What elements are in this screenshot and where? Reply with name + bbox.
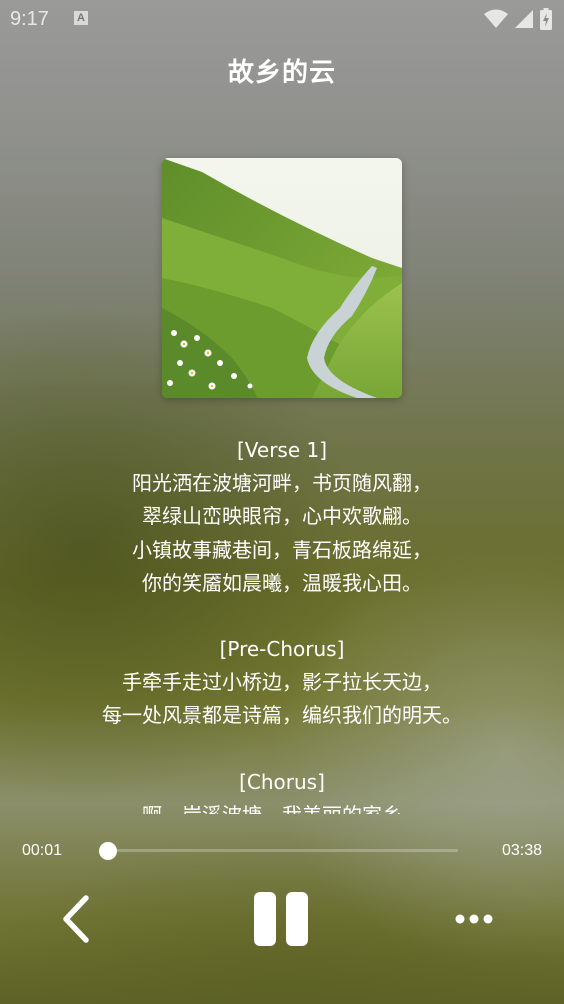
lyric-blank-line: [0, 600, 564, 633]
lyric-line: [Chorus]: [239, 769, 325, 794]
total-time: 03:38: [501, 842, 542, 859]
status-time: 9:17: [10, 8, 49, 30]
seek-bar-thumb[interactable]: [98, 842, 117, 860]
song-title: 故乡的云: [227, 58, 336, 88]
lyric-line: 啊，岸溪波塘，我美丽的家乡，: [0, 799, 564, 814]
lyric-line: [Verse 1]: [236, 438, 328, 462]
a-notification-icon: A: [74, 11, 88, 25]
progress-row: 00:01 03:38: [0, 836, 564, 866]
lyric-line: 阳光洒在波塘河畔，书页随风翻，: [132, 471, 432, 496]
status-bar: 9:17 A: [0, 0, 564, 38]
album-cover: [162, 158, 402, 398]
battery-charging-icon: [540, 8, 552, 30]
chevron-left-icon: [63, 895, 89, 943]
current-time: 00:01: [22, 842, 63, 859]
more-options-button[interactable]: [452, 904, 496, 934]
wifi-icon: [484, 9, 508, 28]
cellular-signal-icon: [515, 10, 533, 28]
lyric-line: [Pre-Chorus]: [219, 637, 345, 662]
lyric-line: 手牵手走过小桥边，影子拉长天边，: [122, 670, 442, 695]
pause-button[interactable]: [252, 890, 310, 948]
lyric-line: 每一处风景都是诗篇，编织我们的明天。: [102, 703, 462, 728]
pause-icon: [254, 892, 308, 946]
lyric-line: 你的笑靥如晨曦，温暖我心田。: [142, 570, 422, 595]
seek-bar[interactable]: [98, 842, 458, 860]
lyrics-panel[interactable]: [Verse 1] 阳光洒在波塘河畔，书页随风翻， 翠绿山峦映眼帘，心中欢歌翩。…: [0, 434, 564, 814]
back-button[interactable]: [56, 894, 96, 944]
lyric-line: 小镇故事藏巷间，青石板路绵延，: [132, 537, 432, 562]
lyric-line: 翠绿山峦映眼帘，心中欢歌翩。: [142, 504, 422, 529]
lyric-blank-line: [0, 733, 564, 766]
status-icons: [484, 8, 552, 30]
more-horizontal-icon: [455, 914, 493, 924]
